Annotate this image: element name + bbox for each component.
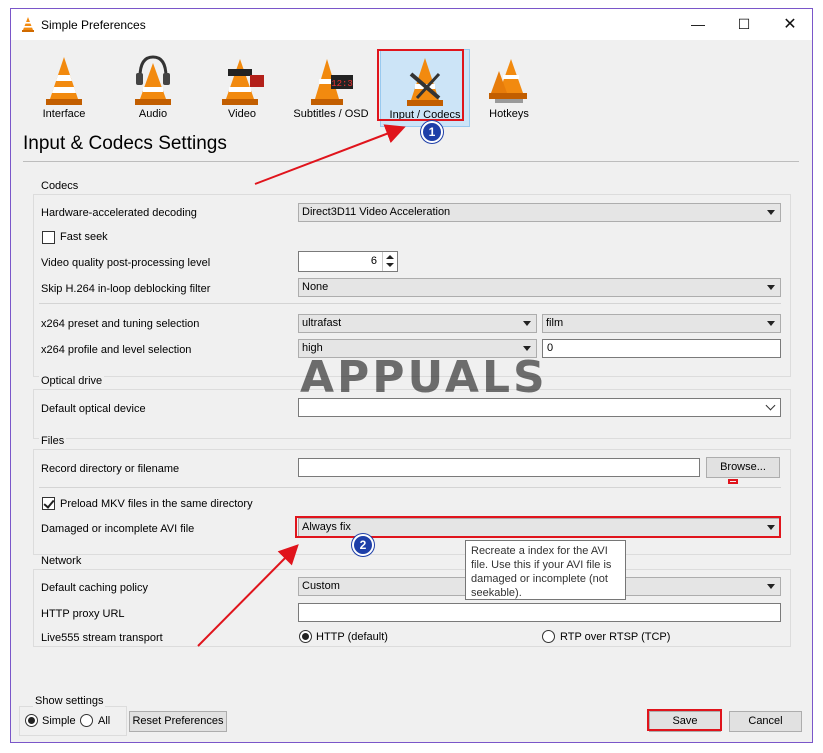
category-hotkeys[interactable]: Hotkeys [464,49,554,127]
highlight-marker [728,479,738,484]
hw-decoding-value: Direct3D11 Video Acceleration [302,206,451,218]
record-dir-input[interactable] [298,458,700,477]
category-label: Hotkeys [489,108,529,120]
x264-preset-select[interactable]: ultrafast [298,314,537,333]
fast-seek-label: Fast seek [60,231,108,243]
category-interface[interactable]: Interface [19,49,109,127]
heading-divider [23,161,799,162]
hw-decoding-select[interactable]: Direct3D11 Video Acceleration [298,203,781,222]
skip-h264-value: None [302,281,329,293]
proxy-label: HTTP proxy URL [41,608,125,620]
dropdown-arrow-icon [523,321,531,326]
minimize-button[interactable]: — [675,9,721,40]
pp-level-value: 6 [370,255,377,267]
x264-level-input[interactable]: 0 [542,339,781,358]
x264-preset-value: ultrafast [302,317,342,329]
svg-text:12:3: 12:3 [331,79,353,89]
optical-device-label: Default optical device [41,403,146,415]
preload-mkv-checkbox[interactable] [42,497,55,510]
simple-label: Simple [42,715,76,727]
http-option-label: HTTP (default) [316,631,388,643]
maximize-button[interactable]: ☐ [721,9,767,40]
avi-tooltip: Recreate a index for the AVI file. Use t… [465,540,626,600]
dropdown-arrow-icon [767,210,775,215]
watermark: APPUALS [300,352,548,403]
interface-cone-icon [46,57,82,105]
video-cone-glasses-icon [222,59,264,105]
chevron-down-icon [765,400,776,411]
simple-radio[interactable] [25,714,38,727]
spin-down-icon[interactable] [386,263,394,267]
x264-tune-select[interactable]: film [542,314,781,333]
skip-h264-select[interactable]: None [298,278,781,297]
spin-buttons[interactable] [382,252,397,271]
dropdown-arrow-icon [767,321,775,326]
dropdown-arrow-icon [523,346,531,351]
all-radio[interactable] [80,714,93,727]
x264-tune-value: film [546,317,564,329]
category-label: Video [228,108,256,120]
rtsp-radio[interactable] [542,630,555,643]
caching-label: Default caching policy [41,582,149,594]
category-video[interactable]: Video [197,49,287,127]
title-bar: Simple Preferences — ☐ ✕ [11,9,812,40]
category-label: Subtitles / OSD [293,108,369,120]
skip-h264-label: Skip H.264 in-loop deblocking filter [41,283,211,295]
spin-up-icon[interactable] [386,255,394,259]
highlight-save [647,709,722,731]
hotkeys-cones-icon [489,59,527,103]
dropdown-arrow-icon [767,584,775,589]
vlc-cone-icon [22,17,34,32]
files-divider [39,487,781,488]
subtitles-cone-clock-icon: 12:3 [311,59,353,105]
avi-label: Damaged or incomplete AVI file [41,523,195,535]
codecs-divider [39,303,781,304]
network-group-label: Network [39,555,84,567]
preload-mkv-label: Preload MKV files in the same directory [60,498,253,510]
cancel-button[interactable]: Cancel [729,711,802,732]
category-label: Interface [42,108,86,120]
codecs-group-label: Codecs [39,180,81,192]
x264-profile-label: x264 profile and level selection [41,344,192,356]
all-label: All [98,715,111,727]
category-audio[interactable]: Audio [108,49,198,127]
category-label: Audio [138,108,168,120]
http-radio[interactable] [299,630,312,643]
hw-decoding-label: Hardware-accelerated decoding [41,207,197,219]
x264-preset-label: x264 preset and tuning selection [41,318,200,330]
caching-value: Custom [302,580,340,592]
reset-preferences-button[interactable]: Reset Preferences [129,711,227,732]
close-button[interactable]: ✕ [767,9,813,40]
files-group-label: Files [39,435,67,447]
step-badge-1: 1 [421,121,443,143]
highlight-input-codecs [377,49,464,121]
window-title: Simple Preferences [41,18,146,32]
live555-label: Live555 stream transport [41,632,163,644]
step-badge-2: 2 [352,534,374,556]
record-dir-label: Record directory or filename [41,463,180,475]
optical-group-label: Optical drive [39,375,105,387]
proxy-input[interactable] [298,603,781,622]
pp-level-spinbox[interactable]: 6 [298,251,398,272]
dropdown-arrow-icon [767,285,775,290]
page-title: Input & Codecs Settings [23,133,227,154]
fast-seek-checkbox[interactable] [42,231,55,244]
rtsp-option-label: RTP over RTSP (TCP) [560,631,671,643]
audio-cone-headphones-icon [135,55,171,105]
show-settings-label: Show settings [33,695,106,707]
category-subtitles-osd[interactable]: 12:3 Subtitles / OSD [286,49,376,127]
browse-button[interactable]: Browse... [706,457,780,478]
pp-level-label: Video quality post-processing level [41,257,211,269]
